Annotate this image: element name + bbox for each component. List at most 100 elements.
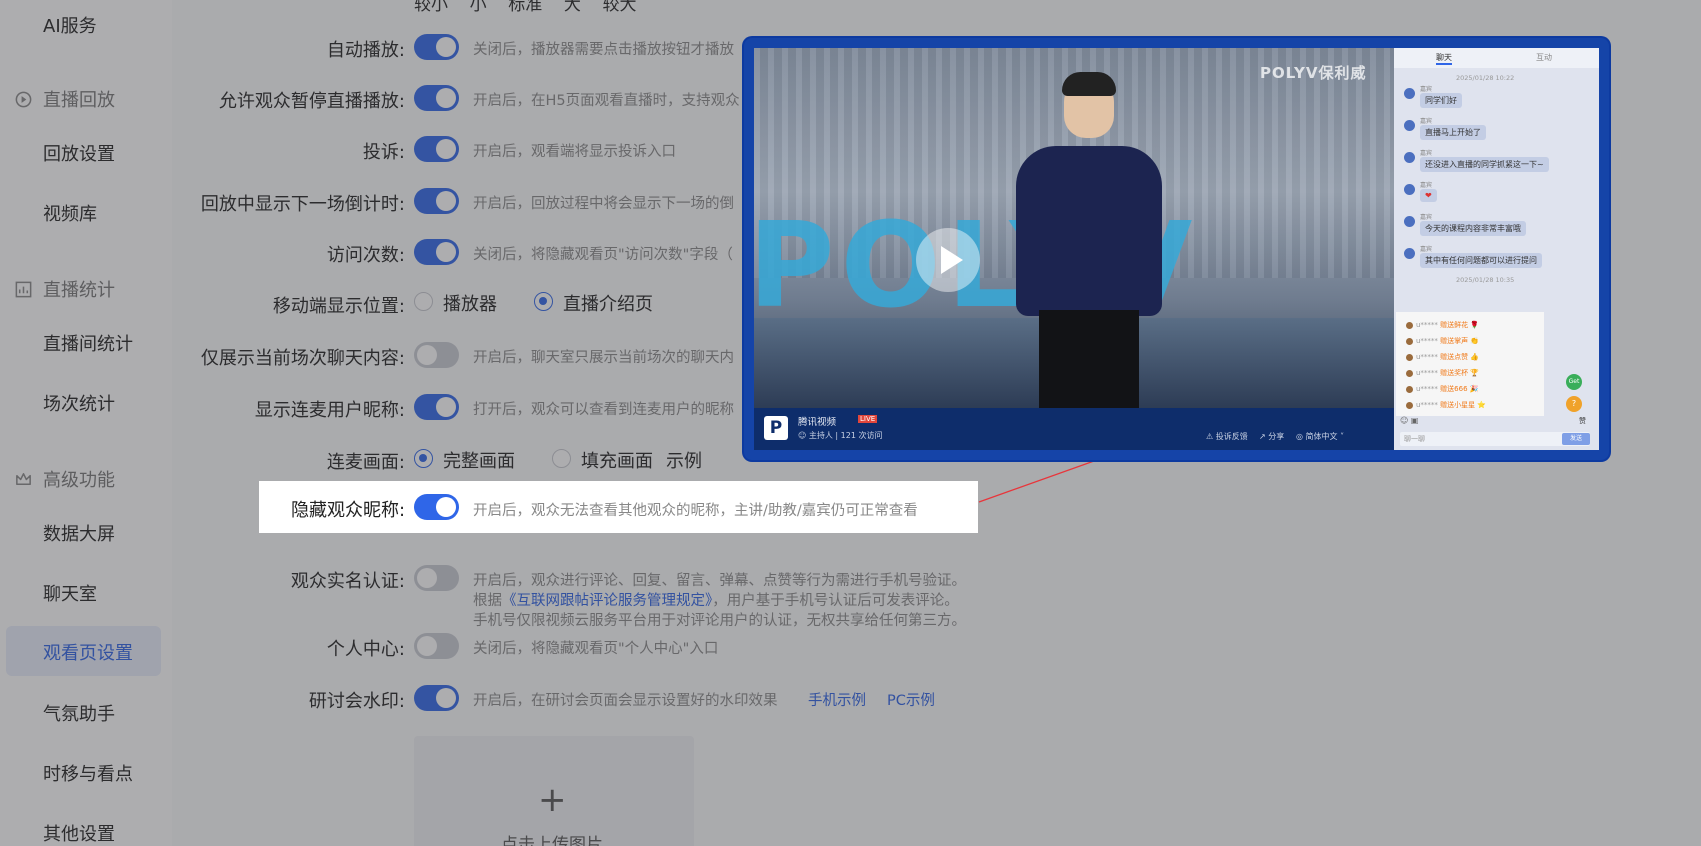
play-icon[interactable] (916, 228, 980, 292)
gift-user: u***** (1416, 385, 1438, 393)
language-select[interactable]: ◎ 简体中文 ˅ (1296, 431, 1344, 442)
hide-nickname-toggle[interactable] (414, 494, 459, 520)
gift-user: u***** (1416, 321, 1438, 329)
chat-timestamp: 2025/01/28 10:35 (1456, 276, 1515, 284)
visit-count: 121 次访问 (840, 431, 883, 440)
meta-divider: | (832, 431, 841, 440)
message-text: 其中有任何问题都可以进行提问 (1420, 253, 1542, 268)
avatar (1406, 385, 1413, 393)
message-text: ❤ (1420, 189, 1437, 202)
gift-item: u***** 赠送666 🎉 (1406, 384, 1479, 394)
avatar (1404, 216, 1415, 227)
channel-meta: ☺ 主持人 | 121 次访问 (798, 430, 882, 441)
message-text: 同学们好 (1420, 93, 1462, 108)
gift-text: 赠送点赞 (1440, 353, 1469, 361)
channel-info-bar: P 腾讯视频 LIVE ☺ 主持人 | 121 次访问 ⚠ 投诉反馈 ↗ 分享 … (754, 408, 1394, 450)
chat-message: 嘉宾 同学们好 (1404, 84, 1594, 114)
gift-item: u***** 赠送点赞 👍 (1406, 352, 1479, 362)
share-button[interactable]: ↗ 分享 (1259, 431, 1284, 442)
warning-icon: ⚠ (1206, 432, 1216, 441)
chat-message: 嘉宾 ❤ (1404, 180, 1594, 210)
gift-icon: 🌹 (1470, 321, 1480, 329)
gift-icon: ⭐ (1477, 401, 1487, 409)
like-button[interactable]: 赞 (1579, 416, 1586, 426)
gift-text: 赠送鲜花 (1440, 321, 1469, 329)
share-icon: ↗ (1259, 432, 1269, 441)
chat-message: 嘉宾 还没进入直播的同学抓紧这一下~ (1404, 148, 1594, 178)
avatar (1406, 353, 1413, 361)
live-badge: LIVE (858, 415, 878, 423)
hide-nickname-desc: 开启后，观众无法查看其他观众的昵称，主讲/助教/嘉宾仍可正常查看 (473, 503, 918, 519)
gift-text: 赠送666 (1440, 385, 1468, 393)
gift-icon: 🎉 (1469, 385, 1479, 393)
sender-name: 嘉宾 (1420, 214, 1433, 221)
image-icon[interactable]: ▣ (1411, 416, 1419, 425)
watch-page-preview: POLYV POLYV保利威 P 腾讯视频 LIVE ☺ 主持人 | 121 次… (744, 38, 1609, 460)
avatar (1404, 152, 1415, 163)
sender-name: 嘉宾 (1420, 118, 1433, 125)
sender-name: 嘉宾 (1420, 86, 1433, 93)
sender-name: 嘉宾 (1420, 182, 1433, 189)
gift-user: u***** (1416, 369, 1438, 377)
message-text: 直播马上开始了 (1420, 125, 1486, 140)
get-badge-button[interactable]: Get (1566, 374, 1582, 390)
message-text: 还没进入直播的同学抓紧这一下~ (1420, 157, 1549, 172)
gift-item: u***** 赠送掌声 👏 (1406, 336, 1479, 346)
gift-item: u***** 赠送鲜花 🌹 (1406, 320, 1479, 330)
user-icon: ☺ (798, 431, 809, 440)
message-text: 今天的课程内容非常丰富哦 (1420, 221, 1526, 236)
gift-list: u***** 赠送鲜花 🌹 u***** 赠送掌声 👏 u***** 赠送点赞 … (1396, 312, 1544, 416)
chat-message: 嘉宾 直播马上开始了 (1404, 116, 1594, 146)
tab-chat[interactable]: 聊天 (1436, 52, 1452, 65)
sender-name: 嘉宾 (1420, 246, 1433, 253)
channel-logo: P (764, 416, 788, 440)
emoji-icon[interactable]: ☺ (1400, 416, 1408, 425)
feedback-label: 投诉反馈 (1215, 432, 1248, 441)
chat-tools: ☺ ▣ (1400, 416, 1418, 425)
chat-tabs: 聊天 互动 (1394, 48, 1599, 68)
gift-item: u***** 赠送奖杯 🏆 (1406, 368, 1479, 378)
brand-watermark: POLYV保利威 (1260, 64, 1367, 82)
gift-icon: 👍 (1470, 353, 1480, 361)
chat-input-placeholder: 聊一聊 (1404, 435, 1425, 443)
gift-text: 赠送小星星 (1440, 401, 1476, 409)
avatar (1406, 369, 1413, 377)
gift-user: u***** (1416, 337, 1438, 345)
channel-name: 腾讯视频 (798, 417, 837, 428)
chat-message: 嘉宾 今天的课程内容非常丰富哦 (1404, 212, 1594, 242)
video-stage: POLYV POLYV保利威 (754, 48, 1394, 408)
hide-nickname-label: 隐藏观众昵称: (291, 500, 406, 521)
presenter-legs (1039, 310, 1139, 408)
sender-name: 嘉宾 (1420, 150, 1433, 157)
avatar (1404, 88, 1415, 99)
chevron-down-icon: ˅ (1337, 432, 1345, 441)
gift-text: 赠送掌声 (1440, 337, 1469, 345)
globe-icon: ◎ (1296, 432, 1306, 441)
toggle-knob (436, 497, 456, 517)
chat-timestamp: 2025/01/28 10:22 (1456, 74, 1515, 82)
share-label: 分享 (1268, 432, 1285, 441)
send-button[interactable]: 发送 (1562, 433, 1590, 445)
help-icon[interactable]: ? (1566, 396, 1582, 412)
gift-icon: 👏 (1470, 337, 1480, 345)
hide-nickname-row: 隐藏观众昵称: 开启后，观众无法查看其他观众的昵称，主讲/助教/嘉宾仍可正常查看 (259, 481, 978, 533)
chat-panel: 聊天 互动 2025/01/28 10:22 嘉宾 同学们好 嘉宾 直播马上开始了 … (1394, 48, 1599, 450)
presenter-hair (1062, 72, 1116, 96)
avatar (1406, 321, 1413, 329)
chat-message: 嘉宾 其中有任何问题都可以进行提问 (1404, 244, 1594, 274)
gift-text: 赠送奖杯 (1440, 369, 1469, 377)
avatar (1404, 120, 1415, 131)
feedback-button[interactable]: ⚠ 投诉反馈 (1206, 431, 1248, 442)
tab-interact[interactable]: 互动 (1536, 52, 1552, 63)
presenter (1016, 146, 1162, 316)
language-label: 简体中文 (1305, 432, 1338, 441)
gift-item: u***** 赠送小星星 ⭐ (1406, 400, 1486, 410)
avatar (1406, 401, 1413, 409)
gift-icon: 🏆 (1470, 369, 1480, 377)
avatar (1406, 337, 1413, 345)
host-label: 主持人 (808, 431, 833, 440)
gift-user: u***** (1416, 401, 1438, 409)
gift-user: u***** (1416, 353, 1438, 361)
avatar (1404, 184, 1415, 195)
avatar (1404, 248, 1415, 259)
